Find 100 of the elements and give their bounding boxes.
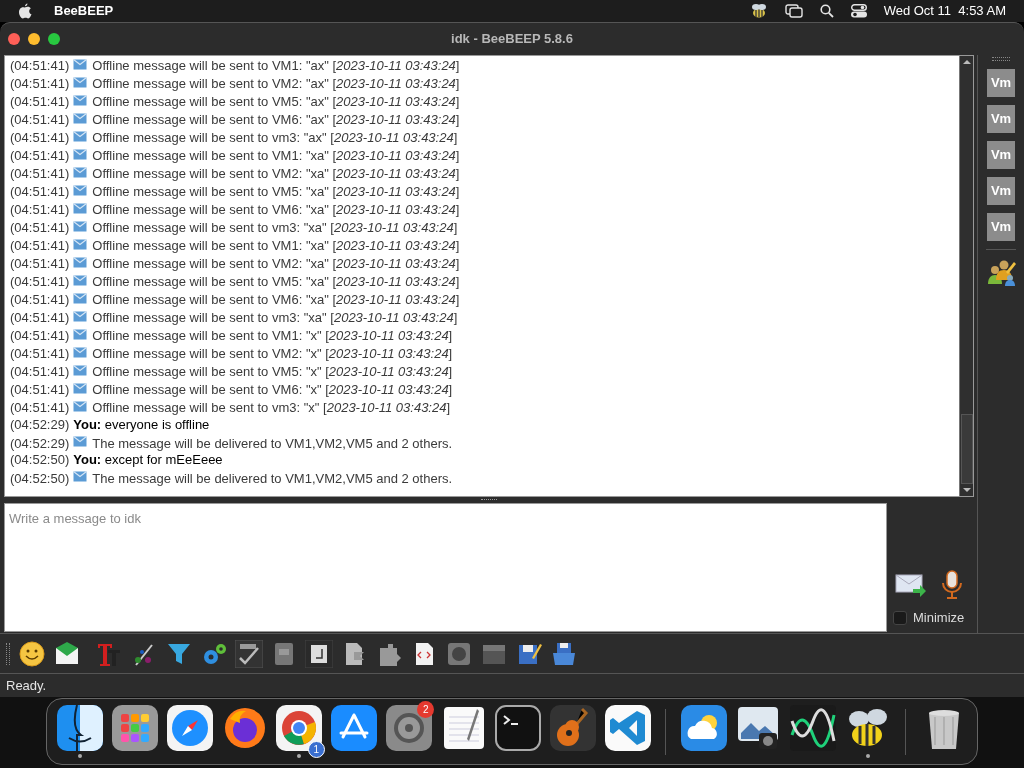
mail-icon (73, 328, 88, 340)
scrollbar[interactable] (959, 55, 973, 496)
message-time: (04:51:41) (10, 75, 70, 94)
message-text: Offline message will be sent to VM1: "x" [2023-10-11 03:43:24] (92, 327, 453, 346)
message-time: (04:51:41) (10, 147, 70, 166)
member-avatar[interactable]: Vm (987, 212, 1015, 241)
message-text: Offline message will be sent to VM2: "xa" [2023-10-11 03:43:24] (92, 255, 460, 274)
message-time: (04:51:41) (10, 57, 70, 76)
message-time: (04:51:41) (10, 111, 70, 130)
cloud-icon[interactable] (680, 705, 727, 751)
mail-icon (73, 166, 88, 178)
message-time: (04:51:41) (10, 309, 70, 328)
compass-icon[interactable] (166, 705, 213, 751)
message-time: (04:51:41) (10, 291, 70, 310)
message-time: (04:51:41) (10, 183, 70, 202)
settings-icon[interactable] (385, 705, 432, 751)
message-time: (04:51:41) (10, 255, 70, 274)
message-text: Offline message will be sent to VM1: "xa" [2023-10-11 03:43:24] (92, 147, 460, 166)
chrome-icon[interactable] (276, 705, 323, 751)
menu-bar-clock[interactable]: Wed Oct 11 4:53 AM (883, 1, 1006, 21)
message-time: (04:51:41) (10, 201, 70, 220)
search-icon[interactable] (819, 4, 834, 18)
code-editor-icon[interactable] (604, 705, 651, 751)
close-button[interactable] (8, 32, 20, 45)
mail-icon (73, 346, 88, 358)
guitar-icon[interactable] (550, 705, 597, 751)
drag-handle[interactable] (992, 56, 1010, 61)
launchpad-icon[interactable] (112, 705, 159, 751)
message-time: (04:51:41) (10, 165, 70, 184)
member-avatar[interactable]: Vm (987, 104, 1015, 133)
message-text: Offline message will be sent to VM2: "xa" [2023-10-11 03:43:24] (92, 165, 460, 184)
smiley-icon[interactable] (18, 639, 46, 668)
mail-icon (73, 112, 88, 124)
microphone-icon[interactable] (941, 570, 963, 601)
terminal-icon[interactable] (495, 705, 542, 751)
message-text: Offline message will be sent to VM1: "ax" [2023-10-11 03:43:24] (92, 57, 460, 76)
message-text: The message will be delivered to VM1,VM2,VM5 and 2 others. (92, 434, 453, 453)
send-mail-icon[interactable] (895, 573, 927, 598)
app-store-icon[interactable] (331, 705, 378, 751)
mail-icon (73, 382, 88, 394)
minimize-checkbox[interactable] (893, 611, 907, 626)
splitter-handle[interactable] (480, 498, 497, 501)
message-text: Offline message will be sent to vm3: "ax" [2023-10-11 03:43:24] (92, 129, 458, 148)
notification-badge: 2 (417, 700, 435, 718)
message-time: (04:51:41) (10, 345, 70, 364)
apple-icon[interactable] (18, 3, 32, 19)
mail-icon (73, 238, 88, 250)
app-name[interactable]: BeeBEEP (54, 1, 114, 21)
status-text: Ready. (6, 676, 47, 695)
message-text: Offline message will be sent to VM2: "ax" [2023-10-11 03:43:24] (92, 75, 460, 94)
message-text: Offline message will be sent to VM6: "xa" [2023-10-11 03:43:24] (92, 201, 460, 220)
message-text: Offline message will be sent to VM5: "xa" [2023-10-11 03:43:24] (92, 183, 460, 202)
wave-icon[interactable] (790, 705, 837, 751)
message-time: (04:51:41) (10, 129, 70, 148)
message-time: (04:51:41) (10, 399, 70, 418)
enter-key-icon[interactable] (305, 639, 333, 668)
message-input[interactable]: Write a message to idk (4, 502, 887, 632)
message-time: (04:52:50) (10, 451, 70, 470)
message-text: Offline message will be sent to VM1: "xa" [2023-10-11 03:43:24] (92, 237, 460, 256)
control-center-icon[interactable] (850, 4, 867, 18)
message-text: Offline message will be sent to vm3: "xa" [2023-10-11 03:43:24] (92, 219, 458, 238)
scroll-thumb[interactable] (960, 413, 973, 484)
mail-icon (73, 94, 88, 106)
mail-icon (73, 436, 88, 448)
message-time: (04:51:41) (10, 237, 70, 256)
message-text: Offline message will be sent to VM2: "x" [2023-10-11 03:43:24] (92, 345, 453, 364)
windows-icon[interactable] (784, 4, 803, 18)
member-avatar[interactable]: Vm (987, 176, 1015, 205)
member-avatar[interactable]: Vm (987, 68, 1015, 97)
member-avatar[interactable]: Vm (987, 140, 1015, 169)
mail-icon (73, 292, 88, 304)
message-time: (04:51:41) (10, 93, 70, 112)
message-time: (04:52:29) (10, 416, 70, 435)
message-time: (04:51:41) (10, 219, 70, 238)
message-text: You: except for mEeEeee (73, 451, 223, 470)
message-text: Offline message will be sent to VM6: "xa" [2023-10-11 03:43:24] (92, 291, 460, 310)
finder-icon[interactable] (57, 705, 104, 751)
mail-icon (73, 471, 88, 483)
bee-icon[interactable] (749, 3, 768, 19)
message-text: Offline message will be sent to VM6: "ax" [2023-10-11 03:43:24] (92, 111, 460, 130)
spellcheck-icon[interactable] (235, 639, 263, 668)
mail-icon (73, 310, 88, 322)
message-time: (04:51:41) (10, 273, 70, 292)
mail-icon (73, 274, 88, 286)
zoom-button[interactable] (48, 32, 60, 45)
mail-icon (73, 184, 88, 196)
toolbar-handle[interactable] (6, 642, 10, 665)
message-time: (04:51:41) (10, 363, 70, 382)
message-text: Offline message will be sent to vm3: "xa" [2023-10-11 03:43:24] (92, 309, 458, 328)
mail-icon (73, 130, 88, 142)
message-text: Offline message will be sent to VM5: "ax" [2023-10-11 03:43:24] (92, 93, 460, 112)
mail-icon (73, 76, 88, 88)
message-time: (04:52:29) (10, 434, 70, 453)
message-text: The message will be delivered to VM1,VM2,VM5 and 2 others. (92, 469, 453, 488)
mail-icon (73, 256, 88, 268)
message-text: Offline message will be sent to VM5: "x" [2023-10-11 03:43:24] (92, 363, 453, 382)
minimize-button[interactable] (28, 32, 40, 45)
message-time: (04:52:50) (10, 469, 70, 488)
minimize-label: Minimize (913, 609, 965, 628)
window-title: idk - BeeBEEP 5.8.6 (451, 30, 573, 49)
